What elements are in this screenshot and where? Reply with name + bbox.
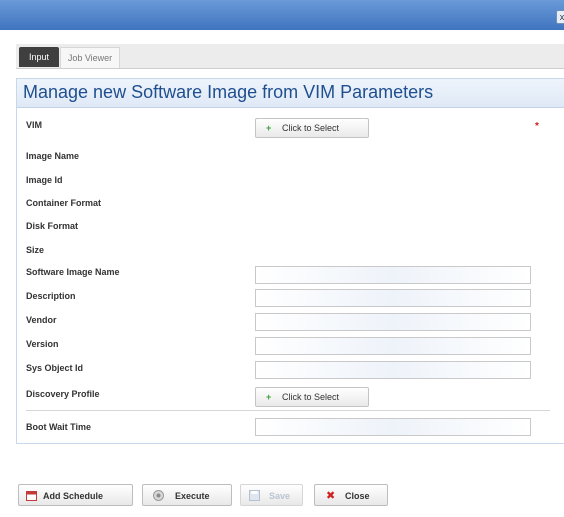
execute-label: Execute [175, 491, 210, 501]
version-label: Version [26, 339, 59, 349]
form-panel: Manage new Software Image from VIM Param… [16, 78, 564, 444]
vim-select-label: Click to Select [282, 123, 340, 133]
window-close-button[interactable]: x [556, 10, 564, 24]
description-label: Description [26, 291, 76, 301]
add-schedule-label: Add Schedule [43, 491, 104, 501]
vim-select-button[interactable]: + Click to Select [255, 118, 369, 138]
software-image-name-label: Software Image Name [26, 267, 120, 277]
sys-object-id-input[interactable] [255, 361, 531, 379]
boot-wait-time-label: Boot Wait Time [26, 422, 91, 432]
image-id-label: Image Id [26, 175, 63, 185]
floppy-disk-icon [249, 490, 260, 501]
required-marker: * [535, 121, 539, 132]
container-format-label: Container Format [26, 198, 102, 208]
calendar-icon [26, 491, 37, 501]
image-name-label: Image Name [26, 151, 80, 161]
close-x-icon: ✖ [326, 490, 336, 502]
panel-header: Manage new Software Image from VIM Param… [17, 79, 564, 108]
vendor-label: Vendor [26, 315, 57, 325]
discovery-profile-select-label: Click to Select [282, 392, 340, 402]
close-label: Close [345, 491, 370, 501]
size-label: Size [26, 245, 45, 255]
sys-object-id-label: Sys Object Id [26, 363, 84, 373]
vendor-input[interactable] [255, 313, 531, 331]
tab-bar: Input Job Viewer [16, 44, 564, 69]
tab-input[interactable]: Input [19, 47, 59, 67]
execute-button[interactable]: Execute [142, 484, 232, 506]
window-titlebar: x [0, 0, 564, 30]
save-button[interactable]: Save [240, 484, 303, 506]
description-input[interactable] [255, 289, 531, 307]
plus-icon: + [266, 123, 272, 133]
tab-job-viewer[interactable]: Job Viewer [60, 47, 120, 68]
page-title: Manage new Software Image from VIM Param… [23, 82, 434, 102]
add-schedule-button[interactable]: Add Schedule [18, 484, 133, 506]
close-button[interactable]: ✖ Close [314, 484, 388, 506]
plus-icon: + [266, 392, 272, 402]
execute-icon [153, 490, 164, 501]
boot-wait-time-input[interactable] [255, 418, 531, 436]
software-image-name-input[interactable] [255, 266, 531, 284]
vim-label: VIM [26, 120, 43, 130]
divider [26, 410, 550, 411]
discovery-profile-label: Discovery Profile [26, 389, 100, 399]
version-input[interactable] [255, 337, 531, 355]
save-label: Save [269, 491, 291, 501]
disk-format-label: Disk Format [26, 221, 79, 231]
discovery-profile-select-button[interactable]: + Click to Select [255, 387, 369, 407]
